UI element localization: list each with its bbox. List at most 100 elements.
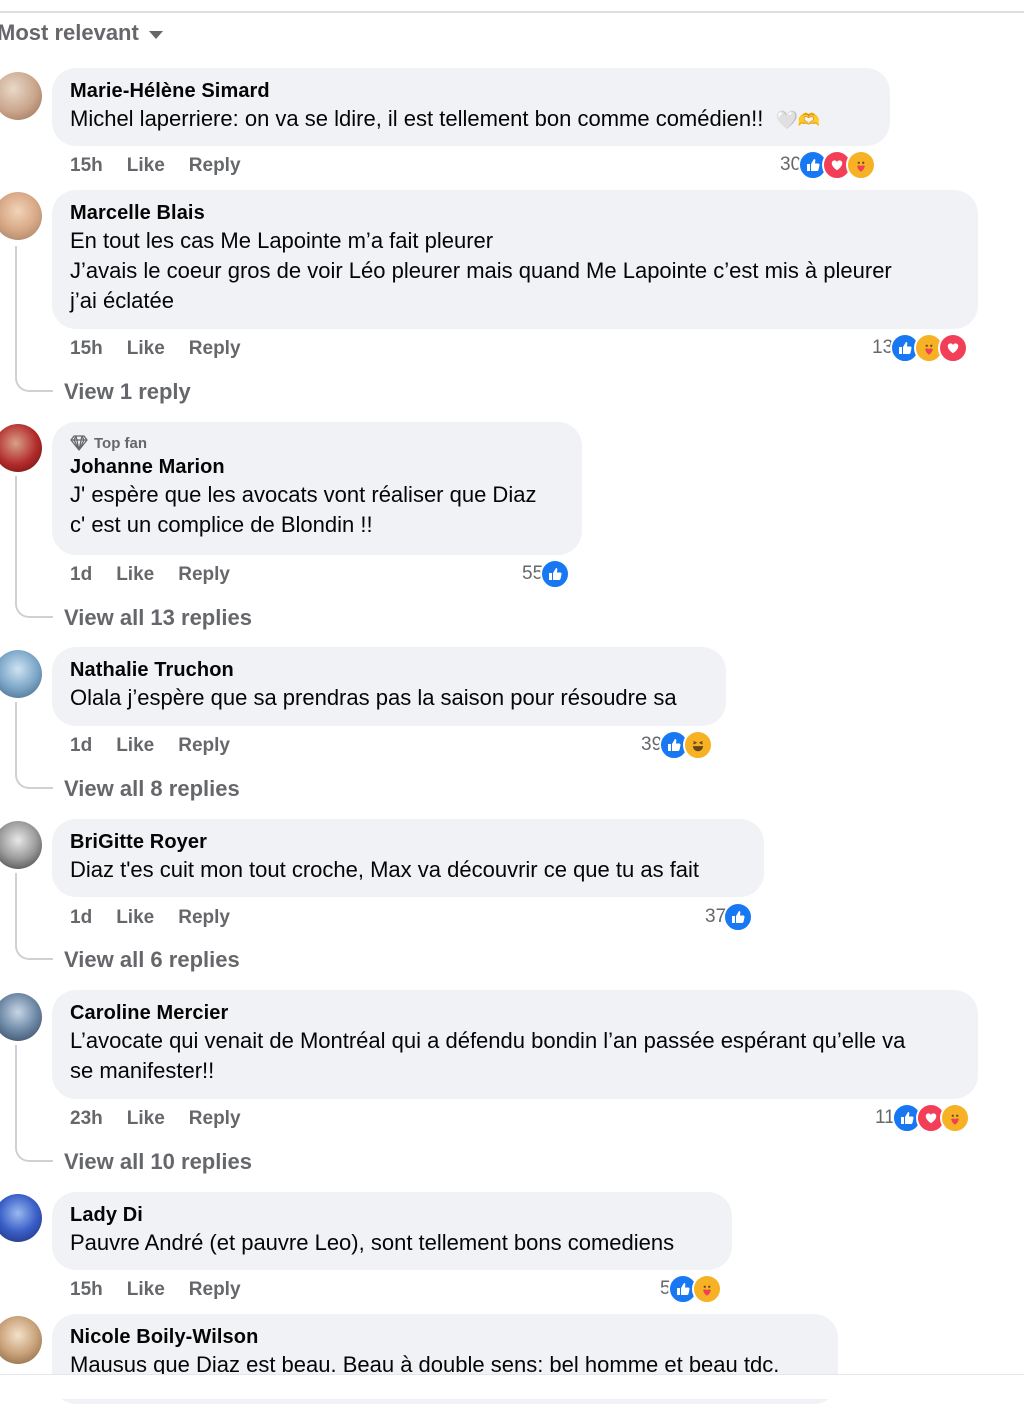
commenter-name[interactable]: Caroline Mercier xyxy=(70,1001,960,1026)
timestamp[interactable]: 15h xyxy=(70,154,103,178)
care-icon xyxy=(691,1274,722,1304)
diamond-icon xyxy=(70,435,88,451)
like-icon xyxy=(723,902,754,932)
comment-actions: 23h Like Reply xyxy=(70,1107,241,1131)
like-button[interactable]: Like xyxy=(127,1278,165,1302)
comment-actions: 15h Like Reply xyxy=(70,1278,241,1302)
sort-label: Most relevant xyxy=(0,20,139,45)
timestamp[interactable]: 1d xyxy=(70,563,92,587)
thread-connector xyxy=(15,1148,53,1162)
avatar[interactable] xyxy=(0,72,42,120)
thread-line xyxy=(15,873,17,946)
commenter-name[interactable]: Nathalie Truchon xyxy=(70,658,708,683)
comment-line: Olala j’espère que sa prendras pas la sa… xyxy=(70,685,677,710)
comment-text: Michel laperriere: on va se ldire, il es… xyxy=(70,104,872,135)
commenter-name[interactable]: BriGitte Royer xyxy=(70,830,746,855)
comment-line: L’avocate qui venait de Montréal qui a d… xyxy=(70,1028,906,1053)
badge-label: Top fan xyxy=(94,434,148,452)
thread-line xyxy=(15,702,17,775)
thread-connector xyxy=(15,604,53,618)
reply-button[interactable]: Reply xyxy=(189,337,241,361)
timestamp[interactable]: 23h xyxy=(70,1107,103,1131)
thread-line xyxy=(15,1045,17,1148)
love-icon xyxy=(938,333,969,363)
comment-line: se manifester!! xyxy=(70,1058,215,1083)
avatar[interactable] xyxy=(0,650,42,698)
comment-line: Pauvre André (et pauvre Leo), sont telle… xyxy=(70,1230,675,1255)
commenter-name[interactable]: Lady Di xyxy=(70,1203,714,1228)
care-icon xyxy=(939,1103,970,1133)
timestamp[interactable]: 15h xyxy=(70,1278,103,1302)
view-replies-link[interactable]: View all 8 replies xyxy=(64,775,240,803)
thread-line xyxy=(15,246,17,378)
top-divider xyxy=(0,11,1024,13)
haha-icon xyxy=(683,730,714,760)
commenter-name[interactable]: Nicole Boily-Wilson xyxy=(70,1325,820,1350)
reactions-summary[interactable]: 11 xyxy=(875,1103,970,1133)
timestamp[interactable]: 1d xyxy=(70,734,92,758)
timestamp[interactable]: 1d xyxy=(70,906,92,930)
care-icon xyxy=(846,150,877,180)
comment-actions: 15h Like Reply xyxy=(70,337,241,361)
reply-button[interactable]: Reply xyxy=(189,1278,241,1302)
comment-actions: 1d Like Reply xyxy=(70,906,230,930)
thread-connector xyxy=(15,775,53,789)
composer-area xyxy=(0,1375,1024,1399)
comment-bubble: Marcelle Blais En tout les cas Me Lapoin… xyxy=(52,190,978,329)
reactions-summary[interactable]: 39 xyxy=(641,730,714,760)
reactions-summary[interactable]: 37 xyxy=(705,902,754,932)
reactions-summary[interactable]: 5 xyxy=(660,1274,722,1304)
comment-actions: 15h Like Reply xyxy=(70,154,241,178)
like-button[interactable]: Like xyxy=(116,906,154,930)
commenter-name[interactable]: Marcelle Blais xyxy=(70,201,960,226)
like-button[interactable]: Like xyxy=(116,734,154,758)
avatar[interactable] xyxy=(0,424,42,472)
avatar[interactable] xyxy=(0,993,42,1041)
comment-bubble: Marie-Hélène Simard Michel laperriere: o… xyxy=(52,68,890,146)
reply-button[interactable]: Reply xyxy=(189,1107,241,1131)
timestamp[interactable]: 15h xyxy=(70,337,103,361)
reply-button[interactable]: Reply xyxy=(178,563,230,587)
commenter-name[interactable]: Johanne Marion xyxy=(70,455,564,480)
avatar[interactable] xyxy=(0,1316,42,1364)
reactions-summary[interactable]: 55 xyxy=(522,559,571,589)
view-replies-link[interactable]: View all 10 replies xyxy=(64,1148,252,1176)
comment-bubble: Nathalie Truchon Olala j’espère que sa p… xyxy=(52,647,726,726)
like-button[interactable]: Like xyxy=(127,337,165,361)
comment-actions: 1d Like Reply xyxy=(70,563,230,587)
like-button[interactable]: Like xyxy=(127,1107,165,1131)
thread-line xyxy=(15,476,17,604)
comment-line: J' espère que les avocats vont réaliser … xyxy=(70,482,537,507)
comment-line: En tout les cas Me Lapointe m’a fait ple… xyxy=(70,228,494,253)
comment-line: Michel laperriere: on va se ldire, il es… xyxy=(70,106,764,131)
caret-down-icon xyxy=(148,30,163,39)
comment-line: J’avais le coeur gros de voir Léo pleure… xyxy=(70,258,892,283)
thread-connector xyxy=(15,946,53,960)
view-replies-link[interactable]: View all 6 replies xyxy=(64,946,240,974)
view-replies-link[interactable]: View 1 reply xyxy=(64,378,191,406)
comment-line: j’ai éclatée xyxy=(70,288,174,313)
top-fan-badge: Top fan xyxy=(70,433,564,453)
reply-button[interactable]: Reply xyxy=(178,734,230,758)
thread-connector xyxy=(15,378,53,392)
reply-button[interactable]: Reply xyxy=(178,906,230,930)
sort-dropdown[interactable]: Most relevant xyxy=(0,20,163,46)
comment-bubble: BriGitte Royer Diaz t'es cuit mon tout c… xyxy=(52,819,764,897)
avatar[interactable] xyxy=(0,821,42,869)
comment-bubble: Top fan Johanne Marion J' espère que les… xyxy=(52,422,582,555)
like-icon xyxy=(540,559,571,589)
comment-bubble: Lady Di Pauvre André (et pauvre Leo), so… xyxy=(52,1192,732,1270)
emoji-text: 🤍🫶 xyxy=(775,110,821,130)
comment-actions: 1d Like Reply xyxy=(70,734,230,758)
commenter-name[interactable]: Marie-Hélène Simard xyxy=(70,79,872,104)
avatar[interactable] xyxy=(0,1194,42,1242)
comment-line: c' est un complice de Blondin !! xyxy=(70,512,373,537)
reply-button[interactable]: Reply xyxy=(189,154,241,178)
comment-bubble: Caroline Mercier L’avocate qui venait de… xyxy=(52,990,978,1099)
reactions-summary[interactable]: 30 xyxy=(780,150,877,180)
like-button[interactable]: Like xyxy=(116,563,154,587)
reactions-summary[interactable]: 13 xyxy=(872,333,969,363)
avatar[interactable] xyxy=(0,192,42,240)
like-button[interactable]: Like xyxy=(127,154,165,178)
view-replies-link[interactable]: View all 13 replies xyxy=(64,604,252,632)
